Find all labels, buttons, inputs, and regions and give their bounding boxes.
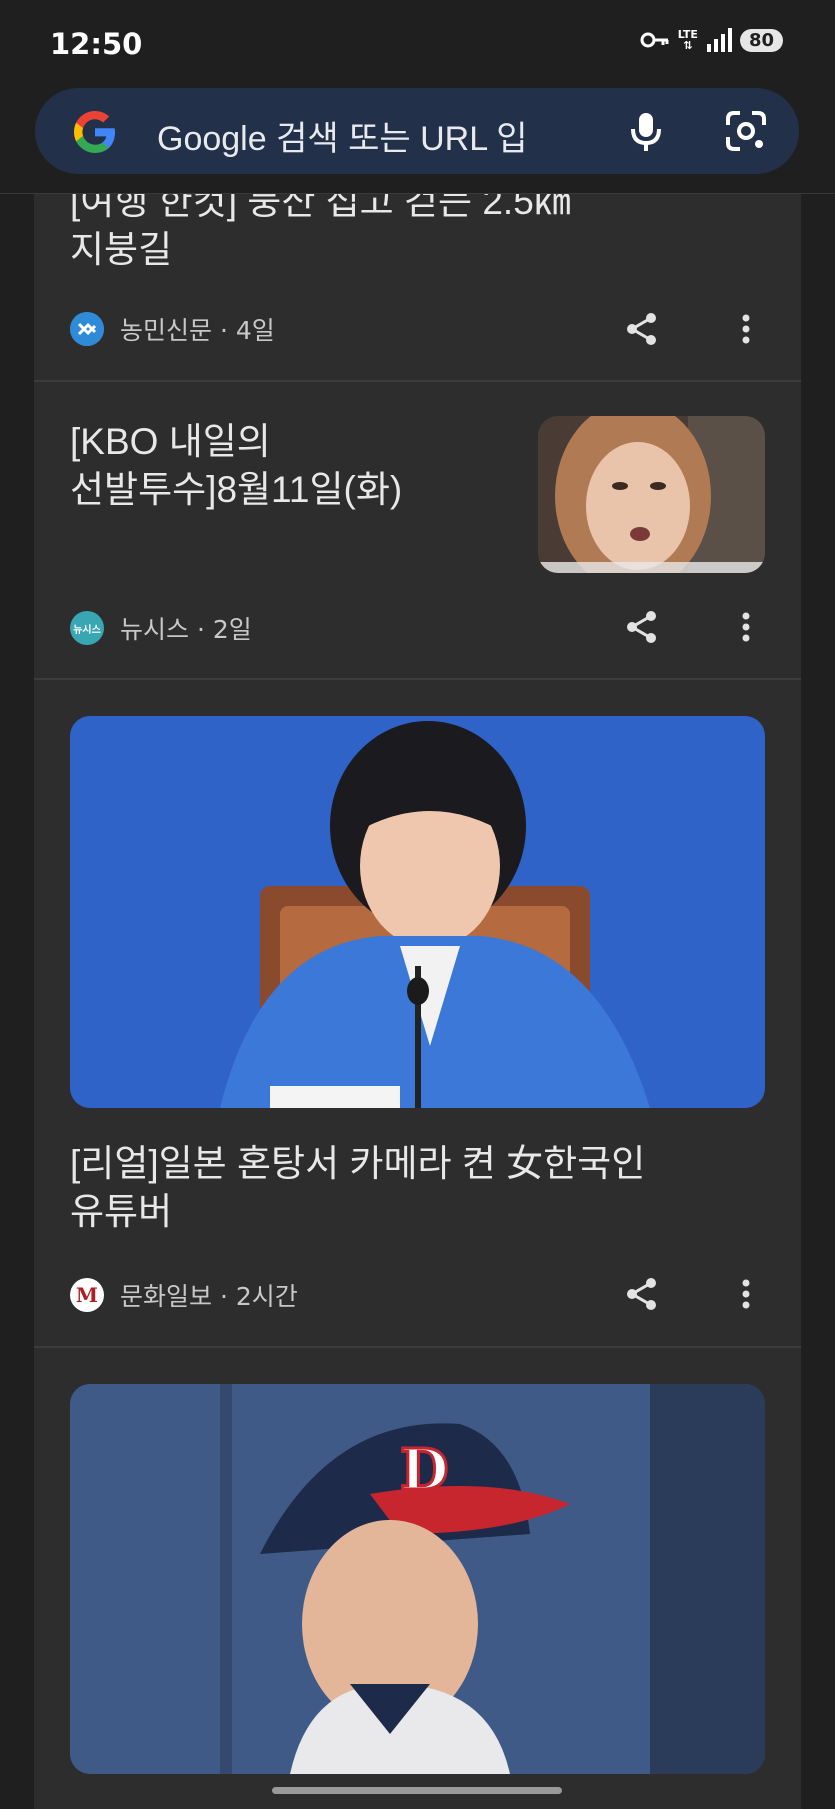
card-1-source-name: 농민신문: [120, 316, 213, 345]
share-icon[interactable]: [622, 607, 662, 647]
card-2-headline-line2: 선발투수]8월11일(화): [70, 469, 403, 510]
card-divider: [34, 380, 801, 382]
card-1-age: 4일: [235, 316, 275, 345]
more-options-icon[interactable]: [726, 607, 766, 647]
card-2-source: 뉴시스 · 2일: [120, 610, 252, 646]
navigation-gesture-handle[interactable]: [272, 1787, 562, 1794]
microphone-icon[interactable]: [622, 107, 670, 155]
card-2-source-name: 뉴시스: [120, 615, 190, 644]
status-bar: 12:50 LTE ⇅ 80: [0, 0, 835, 85]
card-3-age: 2시간: [235, 1282, 298, 1311]
card-2-headline-line1: [KBO 내일의: [70, 421, 271, 462]
card-3-source: 문화일보 · 2시간: [120, 1277, 298, 1313]
google-lens-icon[interactable]: [722, 107, 770, 155]
share-icon[interactable]: [622, 309, 662, 349]
card-2-age: 2일: [212, 615, 252, 644]
card-2-meta: 뉴시스 뉴시스 · 2일: [70, 610, 252, 646]
card-1-source: 농민신문 · 4일: [120, 311, 275, 347]
status-icons: LTE ⇅ 80: [640, 28, 783, 52]
network-type: LTE: [677, 28, 698, 41]
card-3-headline-line2: 유튜버: [70, 1191, 173, 1232]
card-2-headline[interactable]: [KBO 내일의 선발투수]8월11일(화): [70, 418, 402, 514]
card-2-separator: ·: [196, 615, 205, 644]
search-bar[interactable]: Google 검색 또는 URL 입: [35, 88, 799, 174]
card-1-meta: 농민신문 · 4일: [70, 311, 275, 347]
lte-indicator: LTE ⇅: [677, 28, 698, 52]
card-1-separator: ·: [219, 316, 228, 345]
nongmin-logo-icon: [70, 312, 104, 346]
google-logo-icon[interactable]: [71, 108, 119, 156]
more-options-icon[interactable]: [726, 309, 766, 349]
card-3-image[interactable]: [70, 716, 765, 1108]
card-3-headline-line1: [리얼]일본 혼탕서 카메라 켠 女한국인: [70, 1143, 646, 1184]
card-divider: [34, 1346, 801, 1348]
vpn-key-icon: [640, 32, 669, 48]
more-options-icon[interactable]: [726, 1274, 766, 1314]
search-input[interactable]: Google 검색 또는 URL 입: [157, 111, 528, 160]
signal-strength-icon: [706, 28, 732, 52]
status-time: 12:50: [50, 27, 143, 61]
search-header: Google 검색 또는 URL 입: [0, 85, 835, 194]
card-2-thumbnail[interactable]: [538, 416, 765, 573]
newsis-logo-icon: 뉴시스: [70, 611, 104, 645]
svg-text:D: D: [400, 1437, 449, 1503]
munhwa-logo-icon: M: [70, 1278, 104, 1312]
card-4-image[interactable]: D: [70, 1384, 765, 1774]
share-icon[interactable]: [622, 1274, 662, 1314]
battery-indicator: 80: [739, 28, 783, 52]
card-3-separator: ·: [219, 1282, 228, 1311]
card-3-meta: M 문화일보 · 2시간: [70, 1277, 298, 1313]
card-3-source-name: 문화일보: [120, 1282, 213, 1311]
card-3-headline[interactable]: [리얼]일본 혼탕서 카메라 켠 女한국인 유튜버: [70, 1140, 645, 1236]
card-divider: [34, 678, 801, 680]
card-1-headline-line2: 지붕길: [70, 229, 173, 270]
